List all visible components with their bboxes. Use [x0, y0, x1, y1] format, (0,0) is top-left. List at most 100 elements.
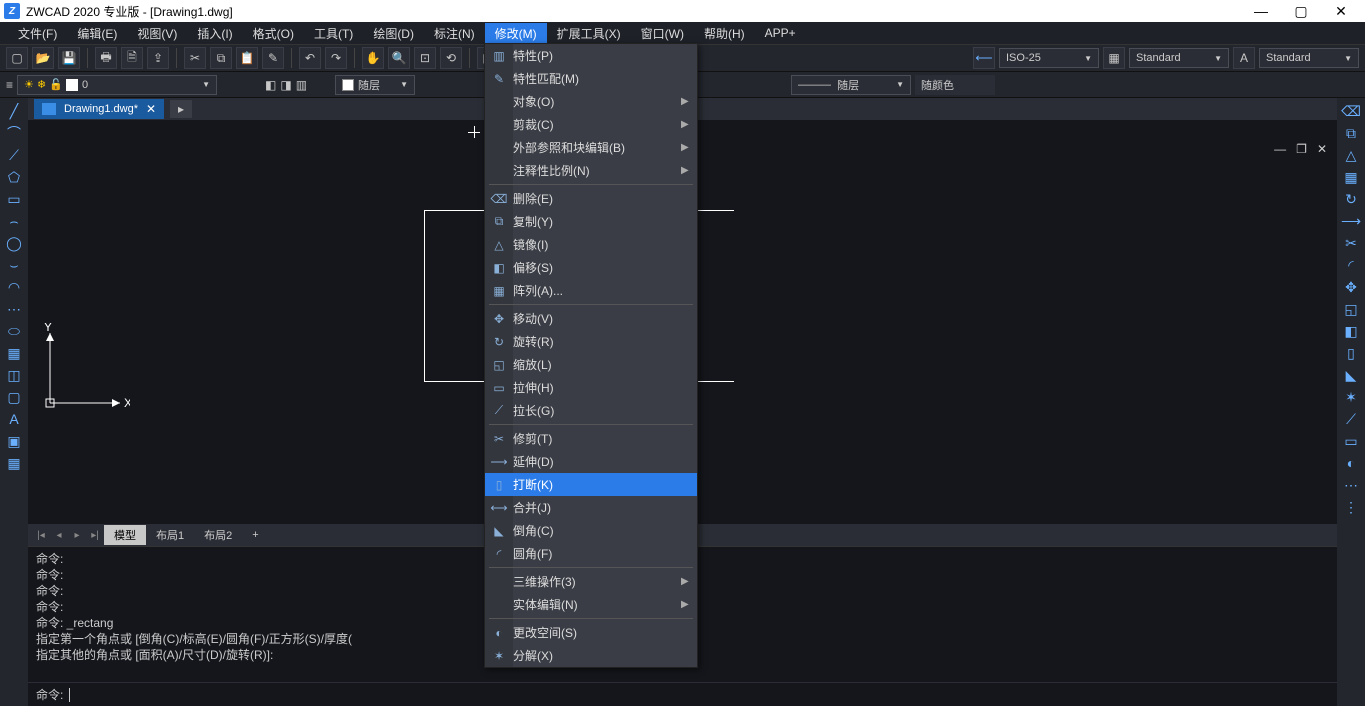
menu-item[interactable]: 三维操作(3)▶ [485, 570, 697, 593]
new-tab-button[interactable]: ▸ [170, 100, 192, 118]
file-tab[interactable]: Drawing1.dwg* ✕ [34, 99, 164, 119]
match-icon[interactable]: ✎ [262, 47, 284, 69]
redo-icon[interactable]: ↷ [325, 47, 347, 69]
left-tool-12[interactable]: ◫ [2, 364, 26, 386]
close-tab-icon[interactable]: ✕ [146, 102, 156, 116]
right-tool-16[interactable]: ◐ [1339, 452, 1363, 474]
menu-item[interactable]: ↻旋转(R) [485, 330, 697, 353]
right-tool-6[interactable]: ✂ [1339, 232, 1363, 254]
menu-item[interactable]: ◱缩放(L) [485, 353, 697, 376]
menu-item[interactable]: ◐更改空间(S) [485, 621, 697, 644]
copy-icon[interactable]: ⧉ [210, 47, 232, 69]
menu-item[interactable]: ⟷合并(J) [485, 496, 697, 519]
menu-0[interactable]: 文件(F) [8, 23, 67, 44]
menu-item[interactable]: ✎特性匹配(M) [485, 67, 697, 90]
right-tool-10[interactable]: ◧ [1339, 320, 1363, 342]
right-tool-11[interactable]: ▯ [1339, 342, 1363, 364]
model-tab-0[interactable]: 模型 [104, 525, 146, 545]
menu-item[interactable]: ✥移动(V) [485, 307, 697, 330]
menu-item[interactable]: ▭拉伸(H) [485, 376, 697, 399]
menu-item[interactable]: ◧偏移(S) [485, 256, 697, 279]
model-tab-1[interactable]: 布局1 [146, 525, 194, 545]
right-tool-14[interactable]: ⟋ [1339, 408, 1363, 430]
right-tool-0[interactable]: ⌫ [1339, 100, 1363, 122]
left-tool-14[interactable]: A [2, 408, 26, 430]
undo-icon[interactable]: ↶ [299, 47, 321, 69]
left-tool-2[interactable]: ⟋ [2, 144, 26, 166]
menu-item[interactable]: ⟶延伸(D) [485, 450, 697, 473]
pan-icon[interactable]: ✋ [362, 47, 384, 69]
menu-item[interactable]: ✂修剪(T) [485, 427, 697, 450]
left-tool-10[interactable]: ⬭ [2, 320, 26, 342]
paste-icon[interactable]: 📋 [236, 47, 258, 69]
open-icon[interactable]: 📂 [32, 47, 54, 69]
left-tool-8[interactable]: ◠ [2, 276, 26, 298]
menu-item[interactable]: ◜圆角(F) [485, 542, 697, 565]
menu-item[interactable]: 对象(O)▶ [485, 90, 697, 113]
left-tool-3[interactable]: ⬠ [2, 166, 26, 188]
menu-7[interactable]: 标注(N) [424, 23, 485, 44]
menu-item[interactable]: ◣倒角(C) [485, 519, 697, 542]
menu-9[interactable]: 扩展工具(X) [547, 23, 631, 44]
tab-nav-next[interactable]: ▸ [68, 526, 86, 544]
left-tool-7[interactable]: ⌣ [2, 254, 26, 276]
zoom-window-icon[interactable]: ⊡ [414, 47, 436, 69]
right-tool-1[interactable]: ⧉ [1339, 122, 1363, 144]
close-button[interactable]: ✕ [1321, 0, 1361, 22]
menu-2[interactable]: 视图(V) [127, 23, 187, 44]
menu-item[interactable]: ✶分解(X) [485, 644, 697, 667]
right-tool-17[interactable]: ⋯ [1339, 474, 1363, 496]
command-line[interactable]: 命令: [28, 682, 1337, 706]
right-tool-8[interactable]: ✥ [1339, 276, 1363, 298]
doc-restore-icon[interactable]: ❐ [1296, 142, 1307, 156]
table-icon[interactable]: ▦ [1103, 47, 1125, 69]
print-icon[interactable]: 🖶 [95, 47, 117, 69]
left-tool-4[interactable]: ▭ [2, 188, 26, 210]
maximize-button[interactable]: ▢ [1281, 0, 1321, 22]
layer-prev-icon[interactable]: ◧ [265, 78, 276, 92]
text-icon[interactable]: A [1233, 47, 1255, 69]
left-tool-16[interactable]: ▦ [2, 452, 26, 474]
layer-icon[interactable]: ≡ [6, 78, 13, 92]
menu-12[interactable]: APP+ [755, 24, 806, 42]
menu-1[interactable]: 编辑(E) [67, 23, 127, 44]
left-tool-11[interactable]: ▦ [2, 342, 26, 364]
print-preview-icon[interactable]: 🗎 [121, 47, 143, 69]
menu-item[interactable]: ⌫删除(E) [485, 187, 697, 210]
right-tool-3[interactable]: ▦ [1339, 166, 1363, 188]
left-tool-1[interactable]: ⌒ [2, 122, 26, 144]
add-layout-button[interactable]: + [242, 527, 268, 543]
zoom-icon[interactable]: 🔍 [388, 47, 410, 69]
doc-minimize-icon[interactable]: — [1274, 142, 1286, 156]
tab-nav-last[interactable]: ▸| [86, 526, 104, 544]
menu-item[interactable]: ▯打断(K) [485, 473, 697, 496]
menu-4[interactable]: 格式(O) [243, 23, 304, 44]
table-style-combo[interactable]: Standard▼ [1129, 48, 1229, 68]
left-tool-5[interactable]: ⌢ [2, 210, 26, 232]
left-tool-9[interactable]: ⋯ [2, 298, 26, 320]
left-tool-13[interactable]: ▢ [2, 386, 26, 408]
menu-item[interactable]: ▦阵列(A)... [485, 279, 697, 302]
menu-item[interactable]: 剪裁(C)▶ [485, 113, 697, 136]
dim-icon[interactable]: ⟵ [973, 47, 995, 69]
text-style-combo[interactable]: Standard▼ [1259, 48, 1359, 68]
right-tool-15[interactable]: ▭ [1339, 430, 1363, 452]
publish-icon[interactable]: ⇪ [147, 47, 169, 69]
linetype-combo[interactable]: ——— 随层▼ [791, 75, 911, 95]
menu-3[interactable]: 插入(I) [187, 23, 242, 44]
cut-icon[interactable]: ✂ [184, 47, 206, 69]
right-tool-13[interactable]: ✶ [1339, 386, 1363, 408]
right-tool-12[interactable]: ◣ [1339, 364, 1363, 386]
minimize-button[interactable]: — [1241, 0, 1281, 22]
menu-8[interactable]: 修改(M) [485, 23, 547, 44]
menu-5[interactable]: 工具(T) [304, 23, 363, 44]
menu-item[interactable]: △镜像(I) [485, 233, 697, 256]
right-tool-4[interactable]: ↻ [1339, 188, 1363, 210]
layer-combo[interactable]: ☀ ❄ 🔓 0▼ [17, 75, 217, 95]
menu-item[interactable]: 外部参照和块编辑(B)▶ [485, 136, 697, 159]
zoom-prev-icon[interactable]: ⟲ [440, 47, 462, 69]
new-icon[interactable]: ▢ [6, 47, 28, 69]
right-tool-7[interactable]: ◜ [1339, 254, 1363, 276]
menu-item[interactable]: 实体编辑(N)▶ [485, 593, 697, 616]
right-tool-5[interactable]: ⟶ [1339, 210, 1363, 232]
